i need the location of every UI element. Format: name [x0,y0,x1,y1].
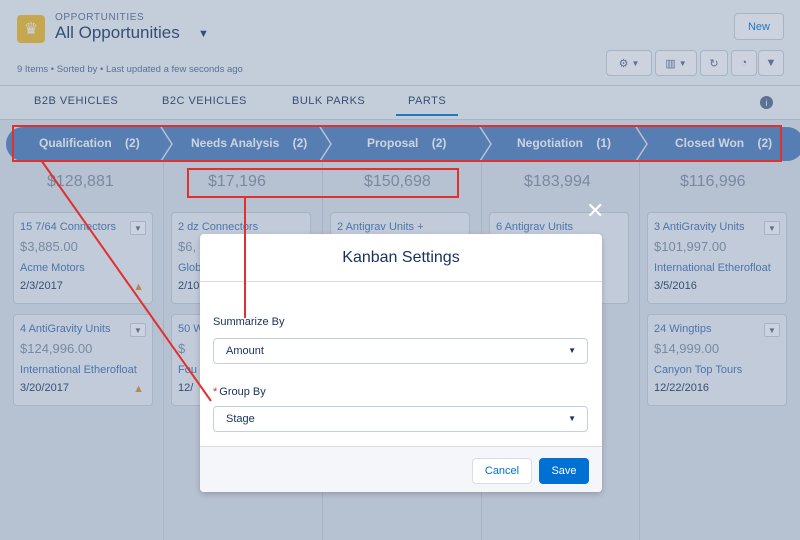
annotation-lines [40,159,246,402]
opportunities-kanban-page: ♛ OPPORTUNITIES All Opportunities ▼ 9 It… [0,0,800,540]
group-by-pointer-line [40,159,212,402]
